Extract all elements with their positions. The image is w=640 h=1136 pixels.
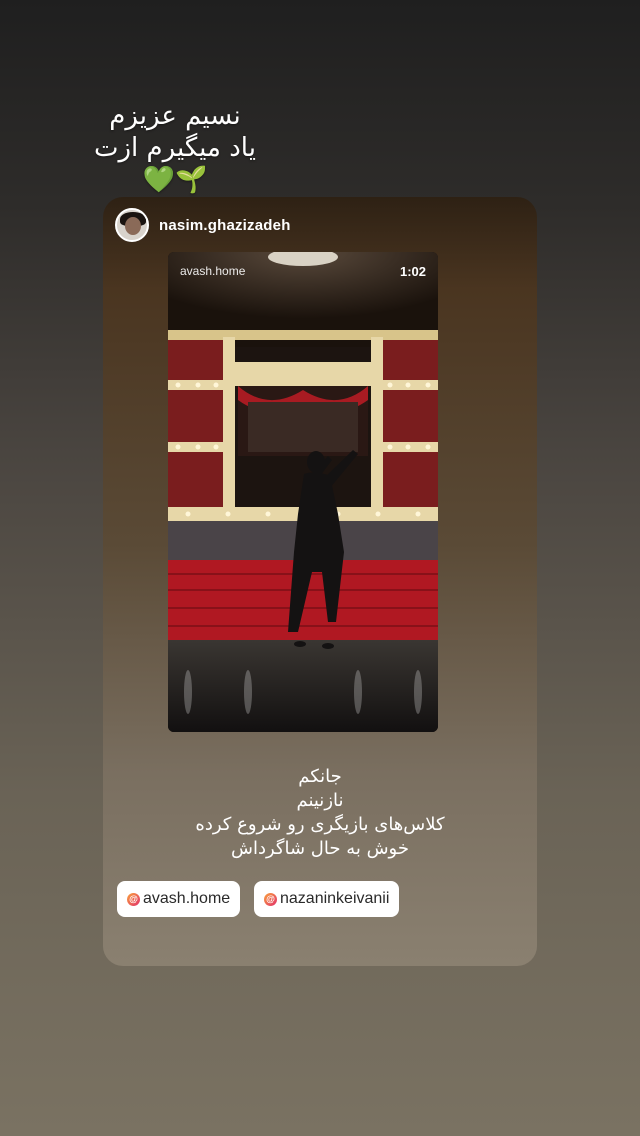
at-sign-icon: @ [127, 892, 140, 906]
theater-stage-image [168, 252, 438, 732]
post-author[interactable]: nasim.ghazizadeh [115, 207, 291, 243]
avatar[interactable] [115, 208, 149, 242]
post-caption-line: جانکم [298, 766, 342, 787]
post-caption-line: کلاس‌های بازیگری رو شروع کرده [195, 814, 445, 835]
at-sign-icon: @ [264, 892, 277, 906]
story-caption-emoji: 🌱💚 [142, 165, 208, 195]
mention-username: avash.home [143, 890, 231, 907]
mention-sticker-nazanin[interactable]: @ nazaninkeivanii [254, 881, 400, 917]
mention-username: nazaninkeivanii [280, 890, 390, 907]
post-username: avash.home [180, 264, 246, 278]
video-duration: 1:02 [399, 264, 426, 279]
post-caption: جانکم نازنینم کلاس‌های بازیگری رو شروع ک… [103, 765, 537, 861]
author-username[interactable]: nasim.ghazizadeh [159, 217, 291, 234]
post-video[interactable]: avash.home 1:02 [168, 252, 438, 732]
shared-post-card[interactable]: nasim.ghazizadeh avash.home 1:02 جانکم ن… [103, 197, 537, 966]
story-caption-line2: یاد میگیرم ازت [94, 133, 256, 163]
post-caption-line: نازنینم [296, 790, 344, 811]
mention-sticker-avash[interactable]: @ avash.home [117, 881, 241, 917]
story-caption-line1: نسیم عزیزم [109, 101, 241, 131]
post-caption-line: خوش به حال شاگرداش [231, 838, 409, 859]
story-caption: نسیم عزیزم یاد میگیرم ازت 🌱💚 [70, 100, 280, 196]
